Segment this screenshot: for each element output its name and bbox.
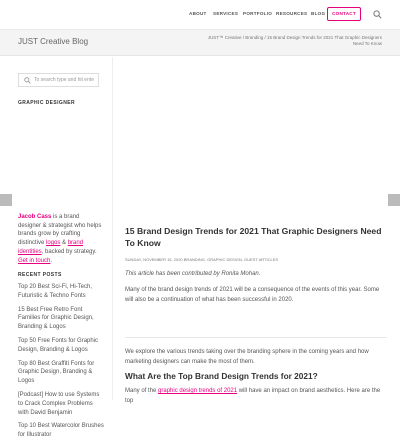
recent-posts-list: Top 20 Best Sci-Fi, Hi-Tech, Futuristic … (18, 283, 104, 445)
author-name-link[interactable]: Jacob Cass (18, 214, 51, 220)
recent-posts-heading: RECENT POSTS (18, 272, 62, 278)
bio-text: , backed by strategy. (41, 248, 97, 255)
chevron-left-icon[interactable] (0, 194, 12, 206)
post-title: 15 Brand Design Trends for 2021 That Gra… (125, 226, 382, 248)
graphic-designer-heading: GRAPHIC DESIGNER (18, 100, 75, 106)
search-icon (24, 77, 31, 84)
section-heading: What Are the Top Brand Design Trends for… (125, 371, 318, 381)
contributed-note: This article has been contributed by Ron… (125, 271, 261, 277)
author-bio: Jacob Cass is a brand designer & strateg… (18, 213, 104, 265)
search-icon[interactable] (373, 10, 382, 19)
sidebar: To search type and hit ente GRAPHIC DESI… (0, 57, 113, 438)
graphic-design-trends-link[interactable]: graphic design trends of 2021 (158, 388, 237, 394)
blog-title[interactable]: JUST Creative Blog (18, 37, 88, 46)
breadcrumb[interactable]: JUST™ Creative / Branding / 15 Brand Des… (200, 35, 382, 47)
search-placeholder: To search type and hit ente (34, 77, 95, 83)
get-in-touch-link[interactable]: Get in touch (18, 258, 50, 264)
recent-post-item[interactable]: Top 50 Free Fonts for Graphic Design, Br… (18, 337, 104, 360)
nav-link-blog[interactable]: BLOG (311, 11, 325, 16)
top-navigation: ABOUT SERVICES PORTFOLIO RESOURCES BLOG … (0, 0, 400, 30)
bio-text: . (50, 257, 53, 264)
contact-button[interactable]: CONTACT (327, 7, 361, 21)
nav-link-portfolio[interactable]: PORTFOLIO (243, 11, 272, 16)
recent-post-item[interactable]: Top 20 Best Sci-Fi, Hi-Tech, Futuristic … (18, 283, 104, 306)
logos-link[interactable]: logos (46, 240, 60, 246)
recent-post-item[interactable]: 15 Best Free Retro Font Families for Gra… (18, 306, 104, 337)
paragraph: We explore the various trends taking ove… (125, 349, 369, 365)
divider (125, 337, 387, 338)
recent-post-item[interactable]: Top 10 Best Watercolor Brushes for Illus… (18, 422, 104, 445)
page-header-bar: JUST Creative Blog JUST™ Creative / Bran… (0, 30, 400, 56)
recent-post-item[interactable]: [Podcast] How to use Systems to Crack Co… (18, 391, 104, 422)
sidebar-search-input[interactable]: To search type and hit ente (18, 73, 99, 87)
nav-link-resources[interactable]: RESOURCES (276, 11, 307, 16)
paragraph-text: Many of the (125, 388, 159, 394)
paragraph: Many of the graphic design trends of 202… (125, 387, 387, 406)
intro-paragraph: Many of the brand design trends of 2021 … (125, 287, 380, 303)
nav-link-services[interactable]: SERVICES (213, 11, 238, 16)
post-meta: SUNDAY, NOVEMBER 15, 2020 BRANDING, GRAP… (125, 257, 279, 262)
article: 15 Brand Design Trends for 2021 That Gra… (114, 57, 400, 404)
nav-link-about[interactable]: ABOUT (189, 11, 207, 16)
recent-post-item[interactable]: Top 80 Best Graffiti Fonts for Graphic D… (18, 360, 104, 391)
bio-text: & (60, 240, 68, 247)
